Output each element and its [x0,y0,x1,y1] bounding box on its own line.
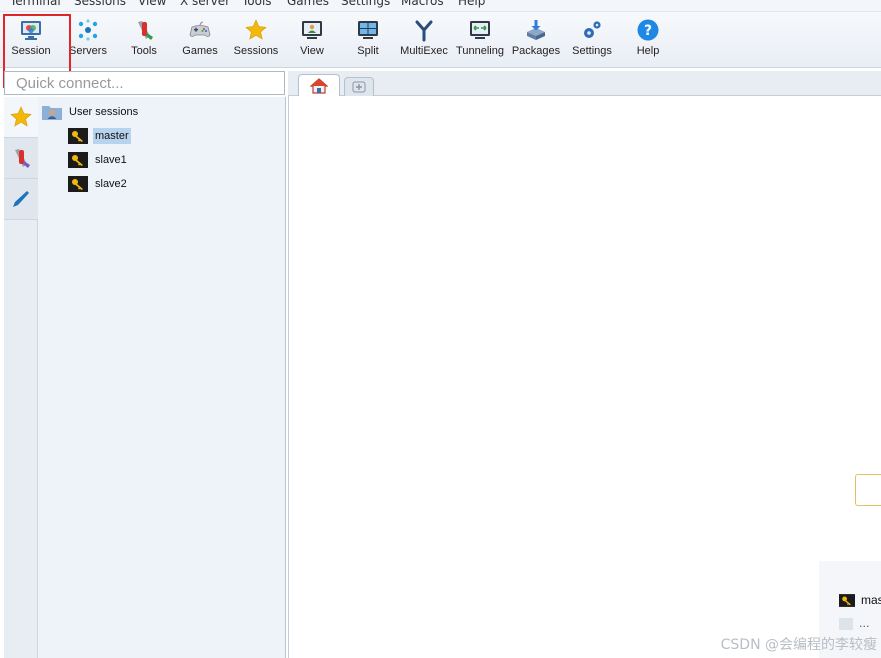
split-icon [358,21,378,39]
view-icon [302,21,322,39]
servers-button[interactable]: Servers [60,18,116,66]
main-content: mas ... [288,96,881,658]
tree-item-slave1[interactable]: slave1 [68,149,129,171]
session-button[interactable]: Session [3,18,59,66]
packages-button[interactable]: Packages [508,18,564,66]
key-icon [68,128,88,144]
home-icon [310,77,328,94]
view-button[interactable]: View [284,18,340,66]
tools-icon [15,149,30,168]
tools-icon [138,21,153,40]
quick-connect[interactable] [4,71,285,95]
tree-item-slave2[interactable]: slave2 [68,173,129,195]
menu-bar: Terminal Sessions View X server Tools Ga… [0,0,881,12]
menu-settings[interactable]: Settings [341,0,390,8]
multiexec-button[interactable]: MultiExec [396,18,452,66]
recent-item-master[interactable]: mas [839,593,881,607]
star-icon [245,19,267,40]
menu-tools[interactable]: Tools [242,0,272,8]
session-icon [21,21,41,40]
pen-icon [13,191,29,207]
tunneling-icon [470,21,490,39]
recent-more: ... [839,617,870,630]
search-box-fragment[interactable] [855,474,881,506]
menu-x-server[interactable]: X server [180,0,230,8]
servers-icon [78,19,98,41]
menu-view[interactable]: View [138,0,166,8]
key-icon [68,176,88,192]
split-button[interactable]: Split [340,18,396,66]
side-tab-sessions[interactable] [4,97,38,138]
side-tab-macros[interactable] [4,179,38,220]
placeholder-icon [839,618,853,630]
tab-strip [288,71,881,96]
sessions-tree: User sessions master slave1 slave2 [38,97,286,658]
settings-button[interactable]: Settings [564,18,620,66]
plus-icon [352,81,366,93]
key-icon [839,593,855,607]
side-tab-tools[interactable] [4,138,38,179]
games-button[interactable]: Games [172,18,228,66]
help-icon: ? [637,19,659,41]
packages-icon [527,20,545,40]
quick-connect-input[interactable] [5,72,284,94]
help-button[interactable]: ? Help [620,18,676,66]
menu-terminal[interactable]: Terminal [10,0,61,8]
menu-sessions[interactable]: Sessions [74,0,126,8]
tunneling-button[interactable]: Tunneling [452,18,508,66]
star-icon [10,106,32,127]
gears-icon [584,21,601,38]
watermark: CSDN @会编程的李较瘦 [720,637,877,653]
tools-button[interactable]: Tools [116,18,172,66]
games-icon [189,21,211,37]
menu-macros[interactable]: Macros [401,0,444,8]
svg-text:?: ? [644,23,652,39]
menu-games[interactable]: Games [287,0,329,8]
main-toolbar: Session Servers Tools Games Sessions Vie… [0,12,881,68]
multiexec-icon [415,20,433,42]
menu-help[interactable]: Help [458,0,485,8]
tree-item-master[interactable]: master [68,125,131,147]
key-icon [68,152,88,168]
sessions-button[interactable]: Sessions [228,18,284,66]
tree-root-user-sessions[interactable]: User sessions [42,101,140,123]
tab-home[interactable] [298,74,340,96]
side-tabs [4,97,38,658]
new-tab-button[interactable] [344,77,374,96]
user-folder-icon [42,106,62,120]
